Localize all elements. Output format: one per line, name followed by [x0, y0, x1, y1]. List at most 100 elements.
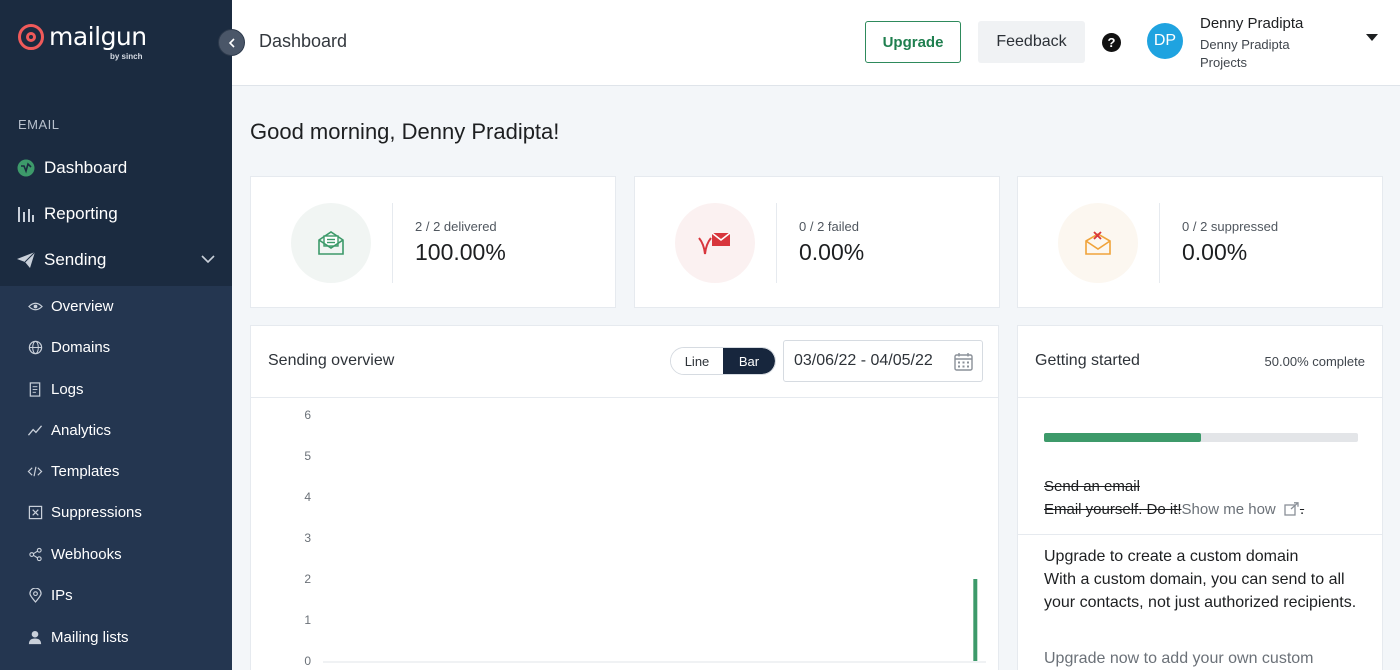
feedback-button[interactable]: Feedback	[978, 21, 1085, 63]
progress-bar	[1044, 433, 1358, 442]
envelope-delivered-icon	[318, 231, 344, 255]
sidebar-item-label: Dashboard	[44, 158, 128, 177]
sidebar-item-dashboard[interactable]: Dashboard	[0, 148, 232, 188]
envelope-suppressed-icon	[1085, 231, 1111, 255]
sidebar-subitem-logs[interactable]: Logs	[0, 371, 232, 407]
sidebar-item-reporting[interactable]: Reporting	[0, 194, 232, 234]
eye-icon	[27, 298, 43, 314]
task-send-email: Send an email	[1044, 478, 1140, 495]
share-icon	[27, 546, 43, 562]
sending-overview-panel: Sending overview Line Bar 03/06/22 - 04/…	[250, 325, 999, 670]
bar-chart-icon	[16, 204, 36, 224]
task-trailing: .	[1299, 501, 1305, 518]
upgrade-button[interactable]: Upgrade	[865, 21, 961, 63]
divider	[1018, 534, 1382, 535]
sidebar-subitem-overview[interactable]: Overview	[0, 288, 232, 324]
stat-icon-circle	[1058, 203, 1138, 283]
section-label-email: EMAIL	[18, 117, 60, 132]
chart-type-toggle: Line Bar	[670, 347, 776, 375]
sidebar-subitem-suppressions[interactable]: Suppressions	[0, 494, 232, 530]
mailgun-logo[interactable]: mailgun	[18, 22, 147, 51]
dashboard-icon	[16, 158, 36, 178]
stat-card-delivered: 2 / 2 delivered 100.00%	[250, 176, 616, 308]
document-icon	[27, 381, 43, 397]
stat-label: 0 / 2 suppressed	[1182, 219, 1279, 234]
task-label: Email yourself. Do it!	[1044, 501, 1182, 518]
sidebar-subitem-domains[interactable]: Domains	[0, 329, 232, 365]
chart-bar[interactable]	[973, 579, 978, 661]
upgrade-description: With a custom domain, you can send to al…	[1044, 571, 1357, 611]
y-tick-label: 5	[304, 449, 311, 463]
caret-down-icon[interactable]	[1366, 34, 1378, 41]
x-box-icon	[27, 504, 43, 520]
link-label: Show me how	[1181, 501, 1276, 518]
completion-status: 50.00% complete	[1264, 354, 1365, 369]
sidebar-subitem-label: Logs	[51, 380, 84, 398]
y-tick-label: 0	[304, 654, 311, 668]
y-tick-label: 3	[304, 531, 311, 545]
sidebar-item-sending[interactable]: Sending	[0, 240, 232, 280]
panel-title: Sending overview	[268, 352, 395, 369]
page-title: Dashboard	[259, 31, 348, 51]
divider	[776, 203, 777, 283]
sidebar-item-label: Sending	[44, 250, 107, 269]
collapse-sidebar-button[interactable]	[218, 29, 245, 56]
chevron-left-icon	[228, 37, 235, 48]
calendar-icon[interactable]	[954, 352, 973, 376]
sending-overview-chart: 6 5 4 3 2 1 0	[304, 408, 986, 668]
task-email-yourself: Email yourself. Do it!Show me how .	[1044, 501, 1304, 518]
y-tick-label: 4	[304, 490, 311, 504]
sidebar-subitem-analytics[interactable]: Analytics	[0, 412, 232, 448]
help-icon[interactable]: ?	[1102, 33, 1121, 52]
sidebar-subitem-label: IPs	[51, 586, 73, 604]
panel-title: Getting started	[1035, 352, 1140, 369]
divider	[1159, 203, 1160, 283]
toggle-bar[interactable]: Bar	[723, 348, 775, 374]
user-projects[interactable]: Denny Pradipta Projects	[1200, 36, 1310, 72]
upgrade-more-text: Upgrade now to add your own custom	[1044, 650, 1314, 667]
avatar[interactable]: DP	[1147, 23, 1183, 59]
progress-fill	[1044, 433, 1201, 442]
stat-value: 0.00%	[799, 239, 865, 265]
person-icon	[27, 629, 43, 645]
y-tick-label: 1	[304, 613, 311, 627]
sending-submenu: Overview Domains Logs Analytics Template…	[0, 286, 232, 670]
user-name[interactable]: Denny Pradipta	[1200, 15, 1303, 32]
sidebar-subitem-label: Domains	[51, 338, 111, 356]
brand-name: mailgun	[49, 22, 147, 51]
globe-icon	[27, 339, 43, 355]
top-header: Dashboard Upgrade Feedback ? DP Denny Pr…	[232, 0, 1400, 86]
sidebar-subitem-label: Analytics	[51, 421, 112, 439]
stat-label: 2 / 2 delivered	[415, 219, 497, 234]
sidebar-subitem-label: Templates	[51, 462, 120, 480]
sidebar: mailgun by sinch EMAIL Dashboard Reporti…	[0, 0, 232, 670]
sidebar-subitem-label: Webhooks	[51, 545, 122, 563]
toggle-line[interactable]: Line	[671, 348, 723, 374]
sidebar-subitem-templates[interactable]: Templates	[0, 453, 232, 489]
divider	[392, 203, 393, 283]
sidebar-subitem-webhooks[interactable]: Webhooks	[0, 536, 232, 572]
mailgun-logo-icon	[18, 23, 44, 50]
date-range-value: 03/06/22 - 04/05/22	[794, 352, 933, 369]
sidebar-subitem-label: Mailing lists	[51, 628, 129, 646]
sidebar-subitem-mailing-lists[interactable]: Mailing lists	[0, 619, 232, 655]
show-me-how-link[interactable]: Show me how	[1182, 501, 1300, 518]
sidebar-subitem-label: Suppressions	[51, 503, 142, 521]
upgrade-title: Upgrade to create a custom domain	[1044, 548, 1299, 565]
sidebar-subitem-label: Overview	[51, 297, 114, 315]
external-link-icon	[1284, 502, 1299, 516]
pin-icon	[27, 587, 43, 603]
brand-sub: by sinch	[110, 52, 143, 61]
sidebar-subitem-ips[interactable]: IPs	[0, 577, 232, 613]
paper-plane-icon	[16, 250, 36, 270]
date-range-picker[interactable]: 03/06/22 - 04/05/22	[783, 340, 983, 382]
chevron-down-icon[interactable]	[200, 251, 216, 272]
stat-value: 100.00%	[415, 239, 506, 265]
stat-icon-circle	[675, 203, 755, 283]
getting-started-panel: Getting started 50.00% complete Send an …	[1017, 325, 1383, 670]
y-tick-label: 2	[304, 572, 311, 586]
trend-icon	[27, 422, 43, 438]
stat-icon-circle	[291, 203, 371, 283]
stat-card-failed: 0 / 2 failed 0.00%	[634, 176, 1000, 308]
y-tick-label: 6	[304, 408, 311, 422]
